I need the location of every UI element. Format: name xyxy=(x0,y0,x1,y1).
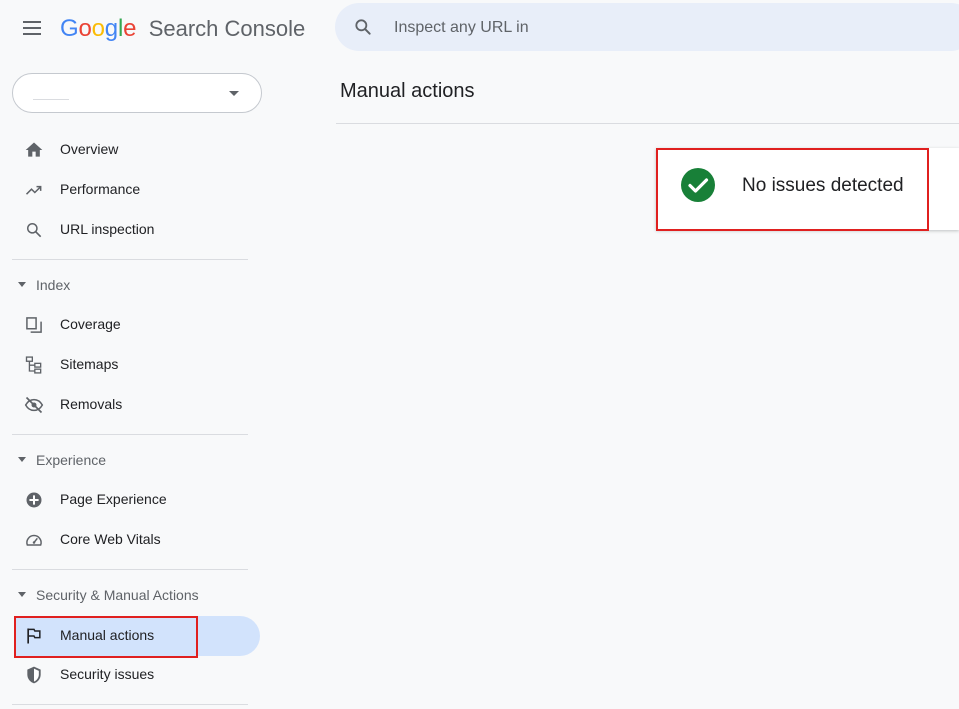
sidebar-divider xyxy=(12,259,248,260)
collapse-arrow-icon xyxy=(18,592,26,597)
search-icon[interactable] xyxy=(353,17,373,37)
shield-icon xyxy=(27,666,41,684)
google-logo-text: Google xyxy=(60,15,143,42)
sidebar-item-label: Coverage xyxy=(60,316,121,332)
page-experience-icon xyxy=(26,492,42,508)
check-circle-icon xyxy=(681,168,715,202)
sidebar-item-label: Removals xyxy=(60,396,123,412)
sidebar-item-removals[interactable]: Removals xyxy=(14,385,260,425)
logo-letter: g xyxy=(104,15,118,42)
sidebar-item-label: Manual actions xyxy=(60,627,155,643)
sidebar-section-security-manual-actions[interactable]: Security & Manual Actions xyxy=(14,580,244,610)
sitemap-icon xyxy=(25,356,42,374)
sidebar-item-sitemaps[interactable]: Sitemaps xyxy=(14,345,260,385)
trending-up-icon xyxy=(25,185,42,195)
sidebar-item-label: Core Web Vitals xyxy=(60,531,161,547)
sidebar-item-url-inspection[interactable]: URL inspection xyxy=(14,210,260,250)
hamburger-menu-icon xyxy=(23,21,41,23)
sidebar-section-index[interactable]: Index xyxy=(14,270,244,300)
collapse-arrow-icon xyxy=(18,282,26,287)
sidebar-item-label: Page Experience xyxy=(60,491,167,507)
sidebar-item-security-issues[interactable]: Security issues xyxy=(14,655,260,695)
sidebar-item-coverage[interactable]: Coverage xyxy=(14,305,260,345)
search-icon xyxy=(27,223,42,238)
dropdown-caret-icon xyxy=(229,91,239,96)
logo-letter: G xyxy=(60,15,79,42)
section-label: Security & Manual Actions xyxy=(36,587,199,603)
search-console-logo[interactable]: Google Search Console xyxy=(60,13,305,43)
section-label: Index xyxy=(36,277,71,293)
status-card: No issues detected xyxy=(656,148,959,230)
visibility-off-icon xyxy=(24,396,44,414)
home-icon xyxy=(25,142,43,157)
status-text: No issues detected xyxy=(742,175,904,196)
page-title: Manual actions xyxy=(340,80,475,102)
speedometer-icon xyxy=(26,534,42,546)
hamburger-menu-icon-bar xyxy=(23,27,41,29)
search-input[interactable] xyxy=(392,15,896,41)
sidebar-item-manual-actions[interactable]: Manual actions xyxy=(14,616,260,656)
sidebar-item-core-web-vitals[interactable]: Core Web Vitals xyxy=(14,520,260,560)
sidebar-item-label: URL inspection xyxy=(60,221,155,237)
sidebar-item-overview[interactable]: Overview xyxy=(14,130,260,170)
sidebar-section-experience[interactable]: Experience xyxy=(14,445,244,475)
sidebar-item-performance[interactable]: Performance xyxy=(14,170,260,210)
logo-letter: o xyxy=(78,15,92,42)
sidebar-divider xyxy=(12,434,248,435)
logo-letter: o xyxy=(91,15,105,42)
sidebar-item-page-experience[interactable]: Page Experience xyxy=(14,480,260,520)
sidebar-item-label: Sitemaps xyxy=(60,356,119,372)
property-selector[interactable] xyxy=(12,73,262,113)
flag-icon xyxy=(27,628,41,644)
sidebar-divider xyxy=(12,569,248,570)
property-value xyxy=(33,87,69,100)
main-menu-button[interactable] xyxy=(14,10,50,46)
url-inspection-search[interactable] xyxy=(335,3,959,51)
section-label: Experience xyxy=(36,452,107,468)
hamburger-menu-icon-bar xyxy=(23,33,41,35)
sidebar-item-label: Security issues xyxy=(60,666,155,682)
content-divider xyxy=(336,123,959,124)
sidebar-item-label: Performance xyxy=(60,181,141,197)
collapse-arrow-icon xyxy=(18,457,26,462)
product-name: Search Console xyxy=(148,16,306,41)
logo-letter: e xyxy=(123,15,137,42)
sidebar-item-label: Overview xyxy=(60,141,119,157)
sidebar-divider xyxy=(12,704,248,705)
file-copy-icon xyxy=(26,317,42,333)
